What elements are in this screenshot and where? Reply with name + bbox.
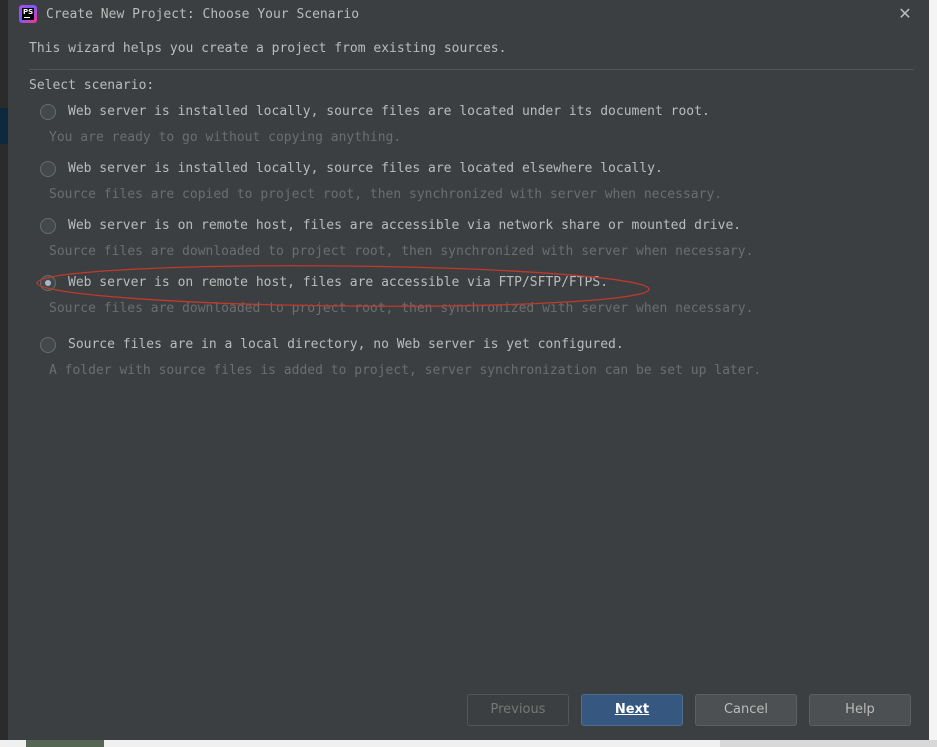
option-label: Web server is installed locally, source … [68, 161, 663, 176]
previous-button[interactable]: Previous [467, 694, 569, 726]
radio-button[interactable] [40, 161, 56, 177]
radio-button-selected[interactable] [40, 275, 56, 291]
radio-button[interactable] [40, 218, 56, 234]
background-window-left [0, 0, 8, 747]
background-window-right [929, 0, 937, 747]
option-description: Source files are downloaded to project r… [49, 244, 754, 259]
option-description: Source files are downloaded to project r… [49, 301, 754, 316]
dialog-title: Create New Project: Choose Your Scenario [46, 7, 360, 22]
background-image-fragment [26, 740, 104, 747]
background-window-bottom [0, 740, 937, 747]
radio-button[interactable] [40, 104, 56, 120]
background-shade [720, 740, 937, 747]
next-button-label: Next [614, 702, 650, 717]
option-label: Web server is on remote host, files are … [68, 218, 742, 233]
help-button[interactable]: Help [809, 694, 911, 726]
option-label: Web server is installed locally, source … [68, 104, 710, 119]
option-description: You are ready to go without copying anyt… [49, 130, 402, 145]
intro-text: This wizard helps you create a project f… [29, 41, 507, 56]
divider [29, 69, 914, 70]
radio-button[interactable] [40, 337, 56, 353]
close-icon[interactable]: ✕ [894, 3, 916, 25]
option-label: Web server is on remote host, files are … [68, 275, 609, 290]
cancel-button[interactable]: Cancel [695, 694, 797, 726]
next-button[interactable]: Next [581, 694, 683, 726]
background-selection [0, 108, 8, 144]
title-bar: PS Create New Project: Choose Your Scena… [8, 0, 929, 30]
select-scenario-label: Select scenario: [29, 78, 155, 93]
phpstorm-app-icon: PS [19, 5, 37, 23]
create-project-dialog: PS Create New Project: Choose Your Scena… [8, 0, 929, 740]
option-label: Source files are in a local directory, n… [68, 337, 624, 352]
option-description: A folder with source files is added to p… [49, 363, 762, 378]
option-description: Source files are copied to project root,… [49, 187, 723, 202]
